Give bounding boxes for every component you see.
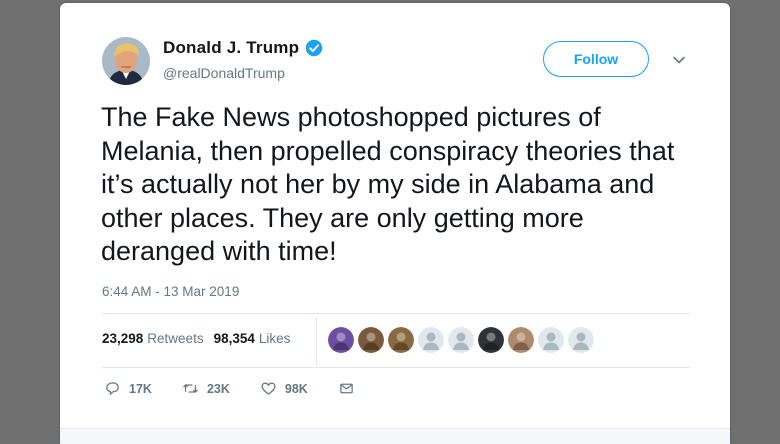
reply-icon xyxy=(106,382,119,395)
envelope-icon xyxy=(340,383,353,394)
avatar-photo-icon xyxy=(102,37,150,85)
default-avatar-icon xyxy=(448,327,474,353)
liker-avatar[interactable] xyxy=(358,327,384,353)
liker-avatar[interactable] xyxy=(328,327,354,353)
follow-button[interactable]: Follow xyxy=(543,41,649,77)
divider-top xyxy=(102,313,690,314)
liker-avatar[interactable] xyxy=(538,327,564,353)
likes-label[interactable]: Likes xyxy=(259,331,291,346)
author-handle[interactable]: @realDonaldTrump xyxy=(163,65,285,81)
like-count: 98K xyxy=(284,381,308,396)
retweet-icon xyxy=(183,384,198,393)
default-avatar-icon xyxy=(418,327,444,353)
avatar-photo-icon xyxy=(478,327,504,353)
card-footer-strip xyxy=(60,428,730,444)
retweet-button[interactable]: 23K xyxy=(182,380,230,397)
author-name[interactable]: Donald J. Trump xyxy=(163,38,299,58)
reply-button[interactable]: 17K xyxy=(104,380,152,397)
liker-avatar[interactable] xyxy=(478,327,504,353)
verified-badge-icon xyxy=(305,39,323,57)
likes-count[interactable]: 98,354 xyxy=(214,331,255,346)
tweet-stats: 23,298 Retweets 98,354 Likes xyxy=(102,331,300,346)
tweet-actions: 17K 23K 98K xyxy=(104,380,385,397)
direct-message-button[interactable] xyxy=(338,380,355,397)
reply-count: 17K xyxy=(129,381,152,396)
tweet-timestamp[interactable]: 6:44 AM - 13 Mar 2019 xyxy=(102,284,239,299)
liker-avatar[interactable] xyxy=(388,327,414,353)
liker-avatar[interactable] xyxy=(508,327,534,353)
chevron-down-icon[interactable] xyxy=(672,53,686,67)
default-avatar-icon xyxy=(538,327,564,353)
default-avatar-icon xyxy=(568,327,594,353)
retweets-label[interactable]: Retweets xyxy=(147,331,203,346)
divider-bottom xyxy=(102,367,690,368)
liker-avatar[interactable] xyxy=(568,327,594,353)
avatar-photo-icon xyxy=(508,327,534,353)
author-avatar[interactable] xyxy=(102,37,150,85)
like-button[interactable]: 98K xyxy=(260,380,308,397)
heart-icon xyxy=(261,382,276,395)
tweet-text: The Fake News photoshopped pictures of M… xyxy=(101,102,675,266)
liker-avatar[interactable] xyxy=(448,327,474,353)
avatar-purple-icon xyxy=(328,327,354,353)
author-name-row: Donald J. Trump xyxy=(163,38,323,58)
retweet-count: 23K xyxy=(206,381,230,396)
tweet-card: Donald J. Trump @realDonaldTrump Follow … xyxy=(60,3,730,444)
avatar-photo-icon xyxy=(388,327,414,353)
liker-avatars xyxy=(328,327,598,353)
avatar-photo-icon xyxy=(358,327,384,353)
retweets-count[interactable]: 23,298 xyxy=(102,331,143,346)
liker-avatar[interactable] xyxy=(418,327,444,353)
stats-separator xyxy=(316,317,317,365)
